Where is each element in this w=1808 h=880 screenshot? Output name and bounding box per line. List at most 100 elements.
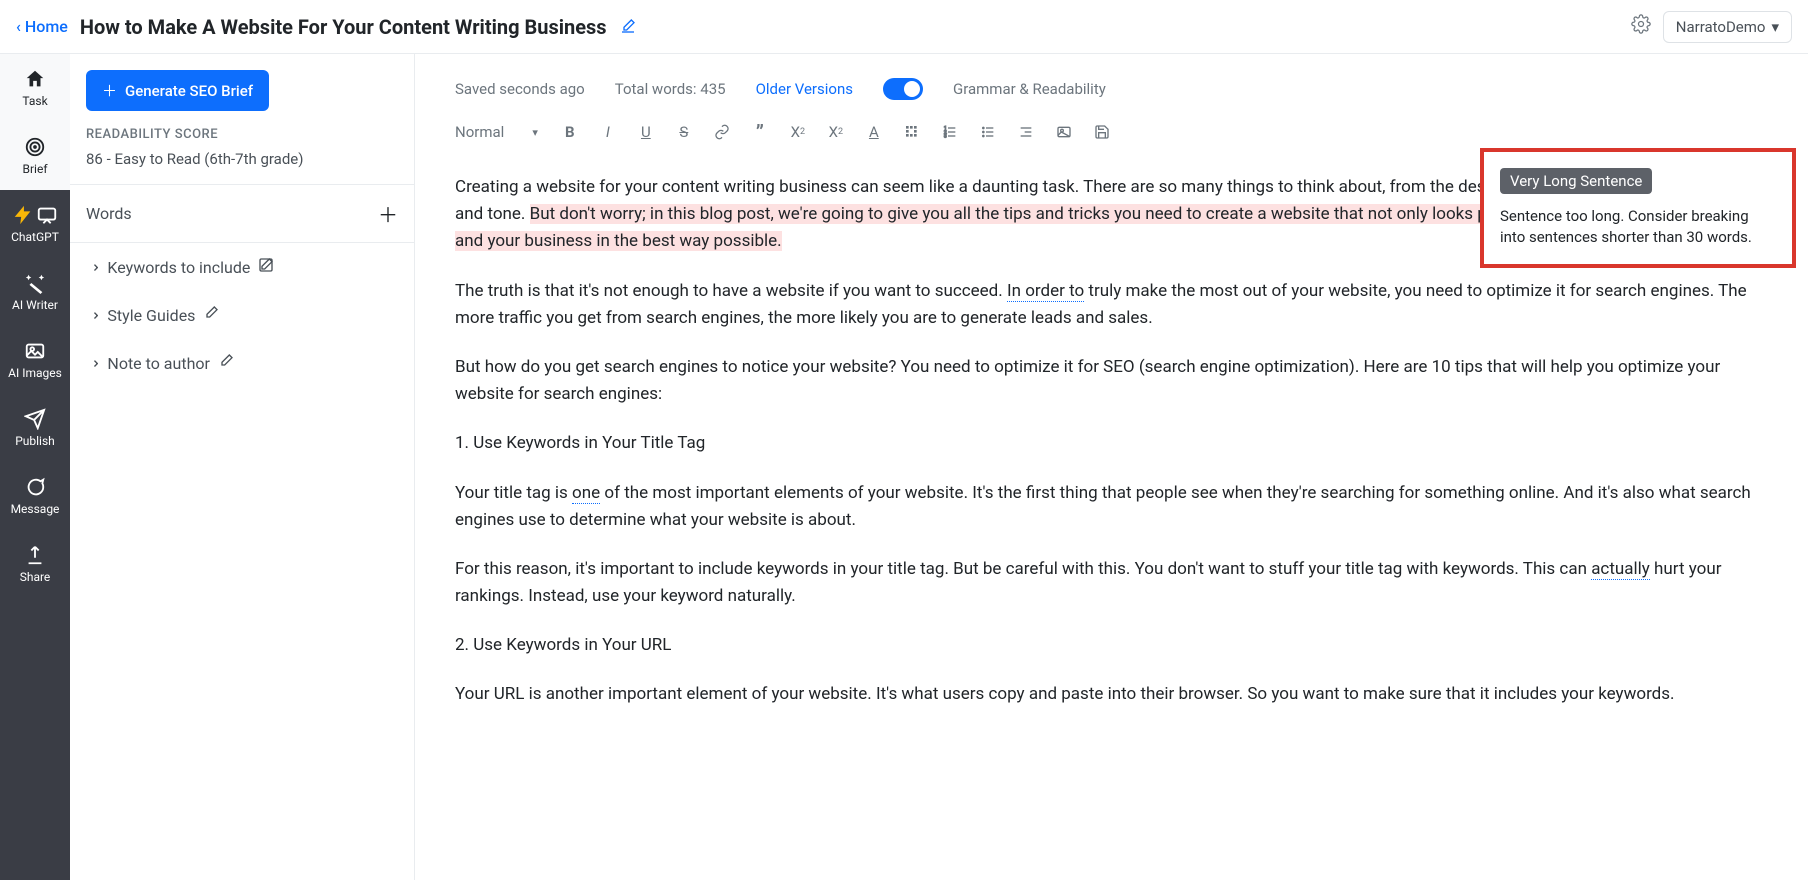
underline-button[interactable]: U	[630, 118, 662, 146]
nav-publish-label: Publish	[15, 434, 55, 448]
style-guides-label: Style Guides	[107, 306, 195, 325]
subscript-button[interactable]: X2	[782, 118, 814, 146]
keywords-expand[interactable]: ⌄ Keywords to include	[70, 243, 414, 291]
older-versions-link[interactable]: Older Versions	[756, 80, 853, 98]
text-color-button[interactable]: A	[858, 118, 890, 146]
paragraph[interactable]: The truth is that it's not enough to hav…	[455, 278, 1768, 332]
text: The truth is that it's not enough to hav…	[455, 281, 1007, 301]
edit-keywords-icon[interactable]	[258, 257, 274, 277]
note-expand[interactable]: ⌄ Note to author	[70, 339, 414, 387]
ordered-list-button[interactable]: 123	[934, 118, 966, 146]
paragraph[interactable]: But how do you get search engines to not…	[455, 354, 1768, 408]
strike-button[interactable]: S	[668, 118, 700, 146]
words-row[interactable]: Words ＋	[70, 185, 414, 243]
words-label: Words	[86, 204, 132, 223]
chevron-right-icon: ⌄	[83, 356, 102, 369]
chat-icon	[24, 476, 46, 498]
format-select[interactable]: Normal ▾	[455, 123, 538, 141]
text: For this reason, it's important to inclu…	[455, 559, 1591, 579]
grammar-flag[interactable]: one	[572, 483, 600, 504]
plus-icon: ＋	[102, 80, 117, 101]
nav-share-label: Share	[20, 570, 51, 584]
suggestion-badge: Very Long Sentence	[1500, 168, 1652, 194]
save-button[interactable]	[1086, 118, 1118, 146]
nav-task[interactable]: Task	[0, 54, 70, 122]
page-title: How to Make A Website For Your Content W…	[80, 15, 1631, 39]
format-label: Normal	[455, 123, 504, 141]
edit-title-icon[interactable]	[620, 15, 636, 39]
list-heading[interactable]: 2. Use Keywords in Your URL	[455, 632, 1768, 659]
nav-ai-images-label: AI Images	[8, 366, 62, 380]
nav-message-label: Message	[11, 502, 60, 516]
list-heading[interactable]: 1. Use Keywords in Your Title Tag	[455, 430, 1768, 457]
settings-icon[interactable]	[1631, 14, 1651, 39]
home-label: Home	[25, 17, 68, 36]
chevron-left-icon: ‹	[16, 17, 21, 36]
bolt-chat-icon	[12, 204, 58, 226]
readability-head: READABILITY SCORE	[70, 127, 414, 150]
quote-button[interactable]: ”	[744, 118, 776, 146]
word-count: Total words: 435	[615, 80, 726, 98]
nav-brief-label: Brief	[23, 162, 48, 176]
paragraph[interactable]: For this reason, it's important to inclu…	[455, 556, 1768, 610]
wand-icon	[24, 272, 46, 294]
link-button[interactable]	[706, 118, 738, 146]
select-caret-icon: ▾	[532, 126, 538, 139]
topbar: ‹ Home How to Make A Website For Your Co…	[0, 0, 1808, 54]
text: But don't worry; in this blog post, we'r…	[530, 204, 1567, 224]
italic-button[interactable]: I	[592, 118, 624, 146]
nav-task-label: Task	[22, 94, 47, 108]
superscript-button[interactable]: X2	[820, 118, 852, 146]
generate-seo-brief-button[interactable]: ＋ Generate SEO Brief	[86, 70, 269, 111]
chevron-right-icon: ⌄	[83, 308, 102, 321]
bold-button[interactable]: B	[554, 118, 586, 146]
nav-brief[interactable]: Brief	[0, 122, 70, 190]
user-label: NarratoDemo	[1676, 18, 1766, 36]
nav-publish[interactable]: Publish	[0, 394, 70, 462]
nav-ai-images[interactable]: AI Images	[0, 326, 70, 394]
readability-score: 86 - Easy to Read (6th-7th grade)	[70, 150, 414, 185]
nav-chatgpt[interactable]: ChatGPT	[0, 190, 70, 258]
grammar-toggle[interactable]	[883, 78, 923, 100]
clear-format-button[interactable]	[896, 118, 928, 146]
style-guides-expand[interactable]: ⌄ Style Guides	[70, 291, 414, 339]
edit-style-icon[interactable]	[203, 305, 219, 325]
grammar-flag[interactable]: In order to	[1007, 281, 1084, 302]
nav-rail: Task Brief ChatGPT AI Writer AI Images P…	[0, 54, 70, 880]
text: of the most important elements of your w…	[455, 483, 1751, 530]
topbar-right: NarratoDemo ▾	[1631, 11, 1792, 43]
paragraph[interactable]: Your title tag is one of the most import…	[455, 480, 1768, 534]
editor-header: Saved seconds ago Total words: 435 Older…	[415, 54, 1808, 112]
nav-message[interactable]: Message	[0, 462, 70, 530]
seo-btn-label: Generate SEO Brief	[125, 82, 253, 100]
bullet-list-button[interactable]	[972, 118, 1004, 146]
left-panel: ＋ Generate SEO Brief READABILITY SCORE 8…	[70, 54, 415, 880]
grammar-flag[interactable]: actually	[1591, 559, 1650, 580]
nav-share[interactable]: Share	[0, 530, 70, 598]
user-dropdown[interactable]: NarratoDemo ▾	[1663, 11, 1792, 43]
indent-button[interactable]	[1010, 118, 1042, 146]
suggestion-text: Sentence too long. Consider breaking int…	[1500, 206, 1776, 248]
share-icon	[24, 544, 46, 566]
saved-status: Saved seconds ago	[455, 80, 585, 98]
image-button[interactable]	[1048, 118, 1080, 146]
editor-area: Saved seconds ago Total words: 435 Older…	[415, 54, 1808, 880]
send-icon	[24, 408, 46, 430]
note-label: Note to author	[107, 354, 210, 373]
chevron-right-icon: ⌄	[83, 260, 102, 273]
suggestion-popover[interactable]: Very Long Sentence Sentence too long. Co…	[1480, 148, 1796, 268]
edit-note-icon[interactable]	[218, 353, 234, 373]
caret-down-icon: ▾	[1771, 18, 1779, 36]
keywords-label: Keywords to include	[107, 258, 250, 277]
home-link[interactable]: ‹ Home	[16, 17, 68, 36]
nav-chatgpt-label: ChatGPT	[11, 230, 59, 244]
text: Your title tag is	[455, 483, 572, 503]
home-icon	[24, 68, 46, 90]
image-icon	[24, 340, 46, 362]
paragraph[interactable]: Your URL is another important element of…	[455, 681, 1768, 708]
grammar-label: Grammar & Readability	[953, 80, 1106, 98]
target-icon	[24, 136, 46, 158]
svg-text:3: 3	[944, 133, 947, 139]
add-word-icon[interactable]: ＋	[378, 199, 398, 228]
nav-ai-writer[interactable]: AI Writer	[0, 258, 70, 326]
